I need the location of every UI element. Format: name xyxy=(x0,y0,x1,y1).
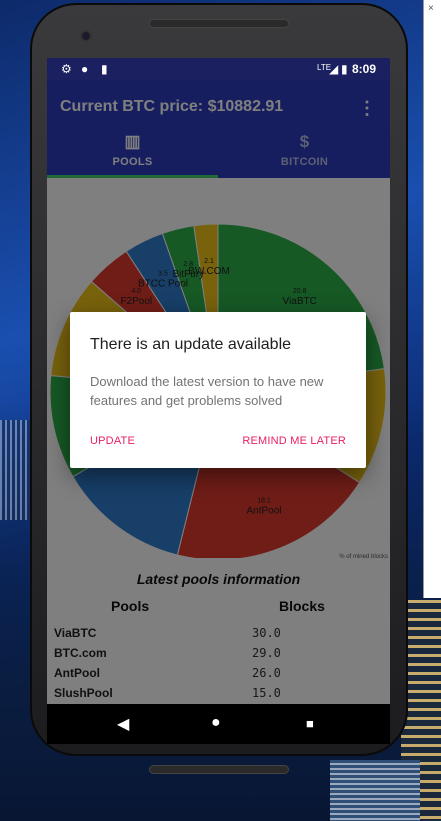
front-camera xyxy=(80,30,92,42)
sd-card-icon: ▮ xyxy=(101,62,108,76)
gear-icon: ⚙ xyxy=(61,62,72,76)
close-icon[interactable]: × xyxy=(428,3,441,14)
home-icon[interactable]: ● xyxy=(211,714,221,732)
background-building xyxy=(330,760,420,821)
dialog-scrim[interactable] xyxy=(47,80,390,178)
earpiece-speaker xyxy=(149,19,289,28)
signal-icon: ◢ xyxy=(329,62,339,76)
update-dialog: There is an update available Download th… xyxy=(70,312,366,468)
dialog-message: Download the latest version to have new … xyxy=(90,374,324,408)
bottom-speaker xyxy=(149,765,289,774)
background-window[interactable]: × xyxy=(423,0,441,598)
circle-icon: ● xyxy=(81,62,89,76)
update-button[interactable]: UPDATE xyxy=(90,435,135,447)
battery-icon: ▮ xyxy=(341,62,348,76)
recents-icon[interactable]: ■ xyxy=(306,716,314,731)
back-icon[interactable]: ◀ xyxy=(117,714,129,734)
background-bridge xyxy=(0,420,30,520)
status-time: 8:09 xyxy=(351,62,376,76)
dialog-title: There is an update available xyxy=(90,336,292,353)
remind-me-later-button[interactable]: REMIND ME LATER xyxy=(242,435,346,447)
system-nav-bar: ◀ ● ■ xyxy=(47,704,390,744)
status-bar: ⚙ ● ▮ LTE ◢ ▮ 8:09 xyxy=(47,58,390,80)
